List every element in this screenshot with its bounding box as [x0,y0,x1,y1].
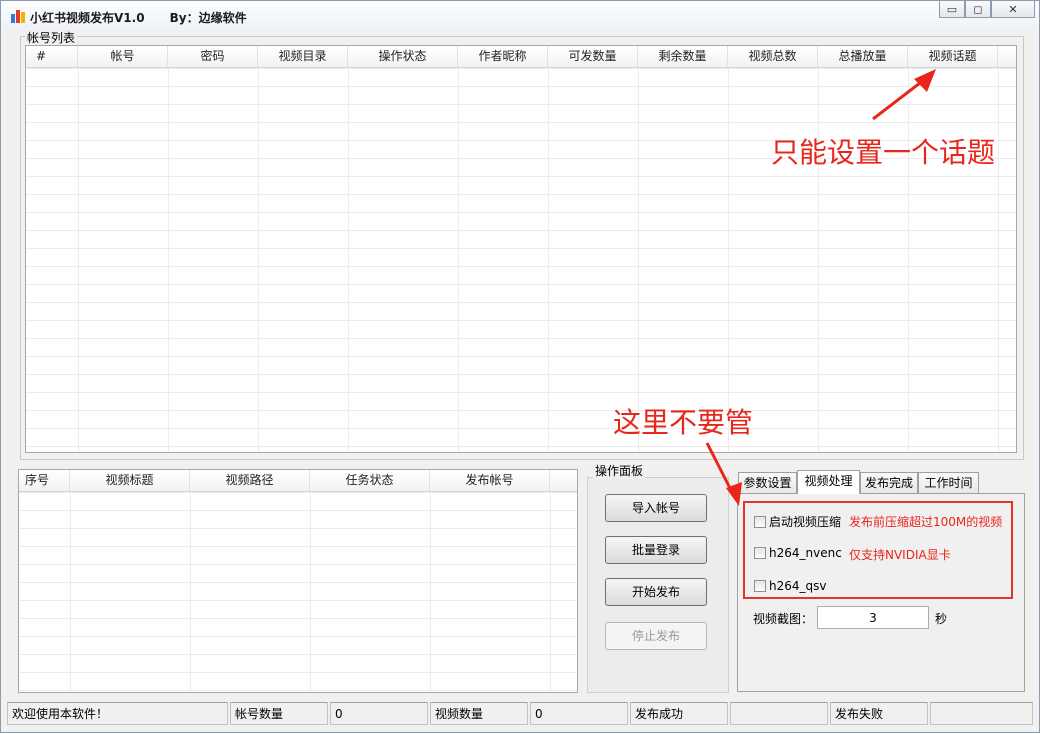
import-accounts-button[interactable]: 导入帐号 [605,494,707,522]
tab-publish-complete[interactable]: 发布完成 [860,472,918,493]
status-success-label: 发布成功 [630,702,728,725]
minimize-icon: ▭ [946,2,958,16]
compress-label: 启动视频压缩 [769,515,842,529]
col-divider [168,68,169,452]
status-video-count: 0 [530,702,628,725]
col-divider [818,68,819,452]
maximize-button[interactable]: ◻ [965,1,991,18]
col-divider [348,68,349,452]
batch-login-button[interactable]: 批量登录 [605,536,707,564]
status-account-count: 0 [330,702,428,725]
col-video-topic[interactable]: 视频话题 [908,46,998,67]
ignore-annotation: 这里不要管 [613,406,754,439]
close-button[interactable]: ✕ [991,1,1035,18]
checkbox-box[interactable] [754,547,766,559]
status-fail-label: 发布失败 [830,702,928,725]
col-index[interactable]: # [26,46,78,67]
checkbox-box[interactable] [754,515,766,528]
nvenc-note: 仅支持NVIDIA显卡 [849,548,951,562]
app-icon [11,10,25,23]
topic-annotation: 只能设置一个话题 [771,136,996,169]
nvenc-checkbox[interactable]: h264_nvenc [754,546,842,560]
qsv-checkbox[interactable]: h264_qsv [754,579,826,593]
window-controls: ▭ ◻ ✕ [939,1,1035,19]
col-video-dir[interactable]: 视频目录 [258,46,348,67]
col-publish-account[interactable]: 发布帐号 [430,470,550,491]
main-window: 小红书视频发布V1.0 By：边缘软件 ▭ ◻ ✕ 帐号列表 # 帐号 密码 视… [0,0,1040,733]
status-fail-value [930,702,1033,725]
col-divider [78,68,79,452]
status-welcome: 欢迎使用本软件！ [7,702,228,725]
tasks-grid-header: 序号 视频标题 视频路径 任务状态 发布帐号 [19,470,577,492]
tab-video-processing[interactable]: 视频处理 [797,470,860,494]
col-divider [548,68,549,452]
status-video-count-label: 视频数量 [430,702,528,725]
start-publish-button[interactable]: 开始发布 [605,578,707,606]
close-icon: ✕ [1008,2,1018,16]
tasks-rows [19,492,577,692]
status-bar: 欢迎使用本软件！ 帐号数量 0 视频数量 0 发布成功 发布失败 [7,702,1033,726]
compress-note: 发布前压缩超过100M的视频 [849,515,1003,529]
qsv-label: h264_qsv [769,579,827,593]
tab-work-time[interactable]: 工作时间 [918,472,979,493]
col-divider [70,492,71,692]
accounts-rows [26,68,1016,452]
col-divider [638,68,639,452]
col-video-title[interactable]: 视频标题 [70,470,190,491]
col-publishable[interactable]: 可发数量 [548,46,638,67]
col-divider [728,68,729,452]
col-video-path[interactable]: 视频路径 [190,470,310,491]
col-divider [550,492,551,692]
stop-publish-button[interactable]: 停止发布 [605,622,707,650]
col-total-plays[interactable]: 总播放量 [818,46,908,67]
screenshot-seconds-input[interactable]: 3 [817,606,929,629]
col-divider [908,68,909,452]
compress-checkbox[interactable]: 启动视频压缩 [754,513,841,530]
tasks-grid[interactable]: 序号 视频标题 视频路径 任务状态 发布帐号 [18,469,578,693]
accounts-grid-header: # 帐号 密码 视频目录 操作状态 作者昵称 可发数量 剩余数量 视频总数 总播… [26,46,1016,68]
screenshot-unit: 秒 [935,612,948,626]
tab-params[interactable]: 参数设置 [738,472,797,493]
col-divider [458,68,459,452]
accounts-group-label: 帐号列表 [25,29,78,46]
col-divider [430,492,431,692]
status-account-count-label: 帐号数量 [230,702,328,725]
col-divider [190,492,191,692]
col-account[interactable]: 帐号 [78,46,168,67]
col-author-nick[interactable]: 作者昵称 [458,46,548,67]
col-task-status[interactable]: 任务状态 [310,470,430,491]
col-password[interactable]: 密码 [168,46,258,67]
minimize-button[interactable]: ▭ [939,1,965,18]
window-title: 小红书视频发布V1.0 By：边缘软件 [30,11,247,25]
col-video-total[interactable]: 视频总数 [728,46,818,67]
col-divider [998,68,999,452]
col-seq[interactable]: 序号 [19,470,70,491]
checkbox-box[interactable] [754,580,766,592]
col-divider [310,492,311,692]
status-success-value [730,702,828,725]
accounts-grid[interactable]: # 帐号 密码 视频目录 操作状态 作者昵称 可发数量 剩余数量 视频总数 总播… [25,45,1017,453]
operation-panel-label: 操作面板 [593,462,646,479]
screenshot-label: 视频截图： [753,612,814,626]
col-divider [258,68,259,452]
maximize-icon: ◻ [973,2,983,16]
title-bar[interactable]: 小红书视频发布V1.0 By：边缘软件 ▭ ◻ ✕ [1,1,1039,31]
col-remaining[interactable]: 剩余数量 [638,46,728,67]
col-op-status[interactable]: 操作状态 [348,46,458,67]
nvenc-label: h264_nvenc [769,546,842,560]
